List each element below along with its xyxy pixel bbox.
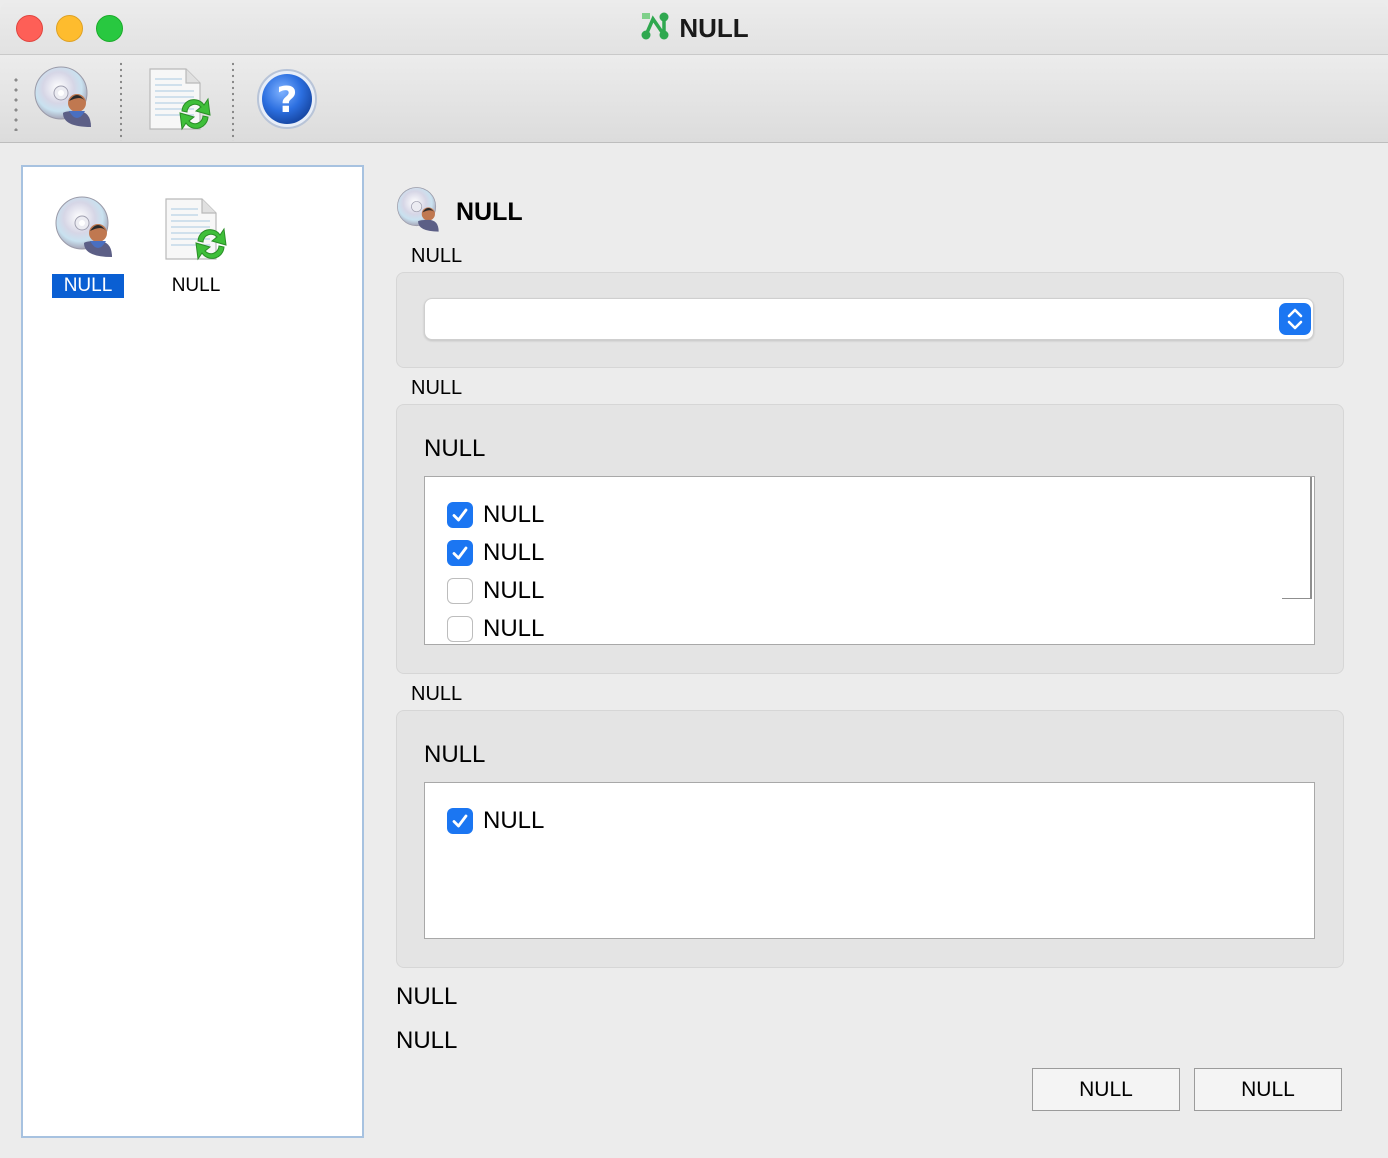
group1-label: NULL — [411, 245, 463, 267]
list-scrollbar[interactable] — [1310, 477, 1312, 599]
group3-checkbox-list[interactable]: NULL — [424, 782, 1315, 939]
cancel-button[interactable]: NULL — [1194, 1068, 1342, 1111]
toolbar-refresh-document-button[interactable] — [146, 65, 214, 133]
window-title: NULL — [679, 13, 749, 43]
title-bar: NULL — [0, 0, 1388, 55]
section-cd-user-icon — [396, 186, 446, 241]
status-line-2: NULL — [396, 1027, 458, 1054]
ok-button[interactable]: NULL — [1032, 1068, 1180, 1111]
category-list: NULL NULL — [21, 165, 364, 1138]
toolbar-cd-user-button[interactable] — [33, 65, 101, 133]
nav-item-cd-user[interactable]: NULL — [48, 195, 128, 298]
checkbox-label: NULL — [483, 577, 545, 604]
nav-item-document-refresh[interactable]: NULL — [156, 195, 236, 298]
chevron-up-down-icon — [1279, 303, 1311, 335]
checkbox-label: NULL — [483, 615, 545, 642]
list-scrollbar-foot — [1282, 598, 1312, 599]
group3-option-1[interactable]: NULL — [447, 807, 544, 835]
section-title: NULL — [456, 198, 523, 226]
app-window: NULL ? NULL NULL NULL NULL NULL NULL NUL… — [0, 0, 1388, 1158]
cd-user-icon — [33, 66, 101, 137]
group2-label: NULL — [411, 377, 463, 399]
svg-text:?: ? — [277, 80, 298, 121]
group2-option-2[interactable]: NULL — [447, 539, 544, 567]
nav-item-label: NULL — [51, 274, 125, 298]
checkbox-label: NULL — [483, 501, 545, 528]
app-logo-icon — [639, 10, 671, 47]
checkbox-label: NULL — [483, 539, 545, 566]
toolbar-grip[interactable] — [14, 75, 18, 131]
checkbox-unchecked-icon[interactable] — [447, 578, 473, 604]
group2-inner-title: NULL — [424, 435, 486, 462]
document-refresh-icon — [146, 68, 214, 137]
toolbar: ? — [0, 55, 1388, 143]
cd-user-icon — [54, 196, 122, 267]
group2-checkbox-list[interactable]: NULL NULL NULL NULL — [424, 476, 1315, 645]
checkbox-label: NULL — [483, 807, 545, 834]
group3-label: NULL — [411, 683, 463, 705]
group2-option-4[interactable]: NULL — [447, 615, 544, 643]
toolbar-separator — [120, 61, 122, 141]
group2-option-3[interactable]: NULL — [447, 577, 544, 605]
nav-item-label: NULL — [171, 275, 221, 296]
group2-option-1[interactable]: NULL — [447, 501, 544, 529]
group1-select[interactable] — [424, 298, 1314, 340]
toolbar-help-button[interactable]: ? — [254, 65, 322, 133]
checkbox-checked-icon[interactable] — [447, 540, 473, 566]
group3-inner-title: NULL — [424, 741, 486, 768]
toolbar-separator — [232, 61, 234, 141]
checkbox-unchecked-icon[interactable] — [447, 616, 473, 642]
checkbox-checked-icon[interactable] — [447, 808, 473, 834]
document-refresh-icon — [162, 198, 230, 267]
checkbox-checked-icon[interactable] — [447, 502, 473, 528]
help-icon: ? — [254, 69, 322, 137]
status-line-1: NULL — [396, 983, 458, 1010]
